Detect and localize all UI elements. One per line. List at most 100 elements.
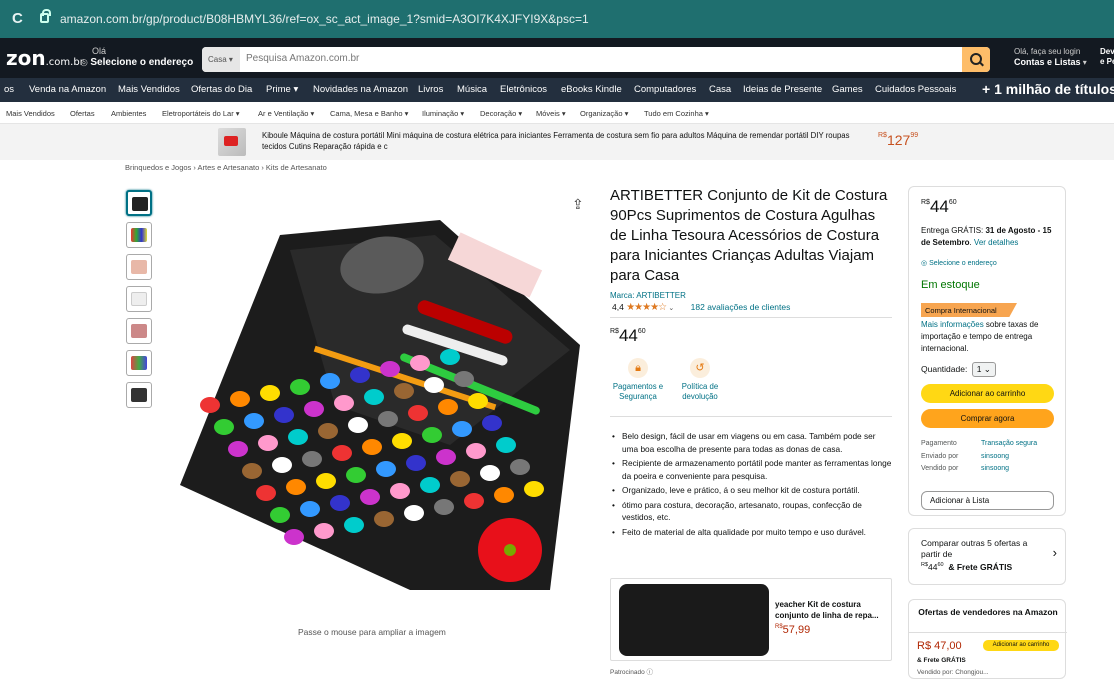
lock-icon[interactable] [40, 9, 51, 23]
thumbnail-1[interactable] [126, 190, 152, 216]
feature-bullet: Feito de material de alta qualidade por … [612, 526, 892, 539]
zoom-hint: Passe o mouse para ampliar a imagem [298, 627, 446, 637]
main-product-image[interactable] [150, 195, 590, 605]
nav-item[interactable]: Games [832, 84, 863, 95]
add-to-cart-button[interactable]: Adicionar ao carrinho [921, 384, 1054, 403]
add-to-list-button[interactable]: Adicionar à Lista [921, 491, 1054, 510]
subnav-item[interactable]: Organização ▾ [580, 109, 628, 118]
brand-link[interactable]: Marca: ARTIBETTER [610, 291, 686, 300]
quantity-select[interactable]: Quantidade: 1 ⌄ [921, 362, 996, 377]
subnav-item[interactable]: Iluminação ▾ [422, 109, 464, 118]
divider [610, 317, 892, 318]
banner-text[interactable]: Kiboule Máquina de costura portátil Mini… [262, 130, 862, 152]
nav-item[interactable]: Casa [709, 84, 731, 95]
star-rating-icon[interactable]: ★★★★☆ [626, 302, 667, 313]
compare-offers-card[interactable]: Comparar outras 5 ofertas a partir de R$… [908, 528, 1066, 585]
thumbnail-7[interactable] [126, 382, 152, 408]
delivery-details-link[interactable]: Ver detalhes [974, 238, 1018, 247]
thumbnail-2[interactable] [126, 222, 152, 248]
subnav-item[interactable]: Ambientes [111, 109, 146, 118]
share-icon[interactable]: ⇪ [572, 196, 584, 213]
browser-address-bar: C amazon.com.br/gp/product/B08HBMYL36/re… [0, 0, 1114, 38]
return-box-icon: ↺ [690, 358, 710, 378]
subnav-item[interactable]: Cama, Mesa e Banho ▾ [330, 109, 408, 118]
thumbnail-4[interactable] [126, 286, 152, 312]
account-lists: Contas e Listas [1014, 57, 1081, 67]
reload-icon[interactable]: C [12, 10, 23, 27]
nav-item[interactable]: Eletrônicos [500, 84, 547, 95]
import-info: Mais informações sobre taxas de importaç… [921, 320, 1039, 353]
sold-by-link[interactable]: sinsoong [981, 463, 1009, 476]
nav-item[interactable]: Ideias de Presente [743, 84, 822, 95]
subnav-item[interactable]: Mais Vendidos [6, 109, 55, 118]
product-price: R$4460 [610, 326, 646, 345]
shipping-details: Pagamento Transação segura Enviado por sin… [921, 438, 1037, 476]
subnav-item[interactable]: Tudo em Cozinha ▾ [644, 109, 709, 118]
search-input[interactable]: Pesquisa Amazon.com.br [246, 53, 359, 64]
nav-item[interactable]: Computadores [634, 84, 696, 95]
feature-bullet: Organizado, leve e prático, á o seu melh… [612, 484, 892, 497]
shipped-by-link[interactable]: sinsoong [981, 451, 1009, 464]
review-count-link[interactable]: 182 avaliações de clientes [691, 302, 791, 312]
subnav-item[interactable]: Eletroportáteis do Lar ▾ [162, 109, 240, 118]
rating-row[interactable]: 4,4 ★★★★☆ ⌄ 182 avaliações de clientes [612, 302, 790, 313]
nav-item[interactable]: Ofertas do Dia [191, 84, 252, 95]
subnav-item[interactable]: Decoração ▾ [480, 109, 522, 118]
feature-bullets: Belo design, fácil de usar em viagens ou… [612, 430, 892, 540]
nav-item[interactable]: Novidades na Amazon [313, 84, 408, 95]
nav-item[interactable]: Venda na Amazon [29, 84, 106, 95]
select-address-link[interactable]: ◎ Selecione o endereço [921, 259, 997, 267]
nav-item[interactable]: Mais Vendidos [118, 84, 180, 95]
chevron-right-icon[interactable]: › [1053, 546, 1057, 559]
subnav-item[interactable]: Móveis ▾ [536, 109, 566, 118]
promo-link[interactable]: + 1 milhão de títulos [982, 81, 1114, 97]
delivery-info: Entrega GRÁTIS: 31 de Agosto - 15 de Set… [921, 226, 1052, 247]
returns-orders[interactable]: Devo e Pe [1100, 47, 1114, 67]
amazon-logo[interactable]: zon.com.br [6, 46, 84, 70]
offer-price: R$ 47,00 [917, 640, 962, 652]
nav-item[interactable]: eBooks Kindle [561, 84, 622, 95]
banner-product-image[interactable] [218, 128, 246, 156]
location-pin-icon: ◎ [80, 57, 88, 67]
more-info-link[interactable]: Mais informações [921, 320, 984, 329]
address-hello: Olá [92, 46, 107, 56]
buybox-price: R$4460 [921, 197, 957, 216]
orders-label: e Pe [1100, 57, 1114, 66]
return-policy-link[interactable]: ↺ Política de devolução [670, 358, 730, 402]
buy-now-button[interactable]: Comprar agora [921, 409, 1054, 428]
search-category-select[interactable]: Casa ▾ [202, 47, 240, 72]
offer-add-to-cart-button[interactable]: Adicionar ao carrinho [983, 640, 1059, 651]
chevron-down-icon[interactable]: ⌄ [668, 305, 674, 312]
account-menu[interactable]: Olá, faça seu login Contas e Listas ▾ [1014, 47, 1087, 68]
feature-bullet: Recipiente de armazenamento portátil pod… [612, 457, 892, 482]
feature-bullet: Belo design, fácil de usar em viagens ou… [612, 430, 892, 455]
nav-item[interactable]: Livros [418, 84, 443, 95]
compare-text: Comparar outras 5 ofertas a partir de [921, 538, 1028, 559]
subnav-item[interactable]: Ofertas [70, 109, 95, 118]
nav-item[interactable]: os [4, 84, 14, 95]
nav-item-prime[interactable]: Prime ▾ [266, 84, 298, 95]
category-subnav: Mais Vendidos Ofertas Ambientes Eletropo… [0, 102, 1114, 124]
sponsored-product-card[interactable]: yeacher Kit de costura conjunto de linha… [610, 578, 892, 661]
payment-link[interactable]: Transação segura [981, 438, 1037, 451]
payment-security-link[interactable]: 🔒︎ Pagamentos e Segurança [608, 358, 668, 402]
thumbnail-5[interactable] [126, 318, 152, 344]
nav-item[interactable]: Cuidados Pessoais [875, 84, 956, 95]
breadcrumb[interactable]: Brinquedos e Jogos › Artes e Artesanato … [125, 163, 327, 172]
nav-item[interactable]: Música [457, 84, 487, 95]
sponsored-product-price: R$57,99 [775, 624, 811, 636]
url-text[interactable]: amazon.com.br/gp/product/B08HBMYL36/ref=… [60, 12, 589, 26]
subnav-item[interactable]: Ar e Ventilação ▾ [258, 109, 314, 118]
banner-price: R$12799 [878, 132, 919, 148]
delivery-address[interactable]: Olá ◎ Selecione o endereço [80, 46, 193, 68]
stock-status: Em estoque [921, 279, 980, 291]
sponsored-banner[interactable]: Kiboule Máquina de costura portátil Mini… [0, 124, 1114, 160]
sponsored-product-title[interactable]: yeacher Kit de costura conjunto de linha… [775, 599, 887, 621]
seller-offers: Ofertas de vendedores na Amazon R$ 47,00… [908, 599, 1067, 679]
search-button[interactable] [962, 47, 990, 72]
sponsored-product-image[interactable] [619, 584, 769, 656]
thumbnail-3[interactable] [126, 254, 152, 280]
returns-label: Devo [1100, 47, 1114, 56]
thumbnail-6[interactable] [126, 350, 152, 376]
account-hello: Olá, faça seu login [1014, 47, 1081, 56]
